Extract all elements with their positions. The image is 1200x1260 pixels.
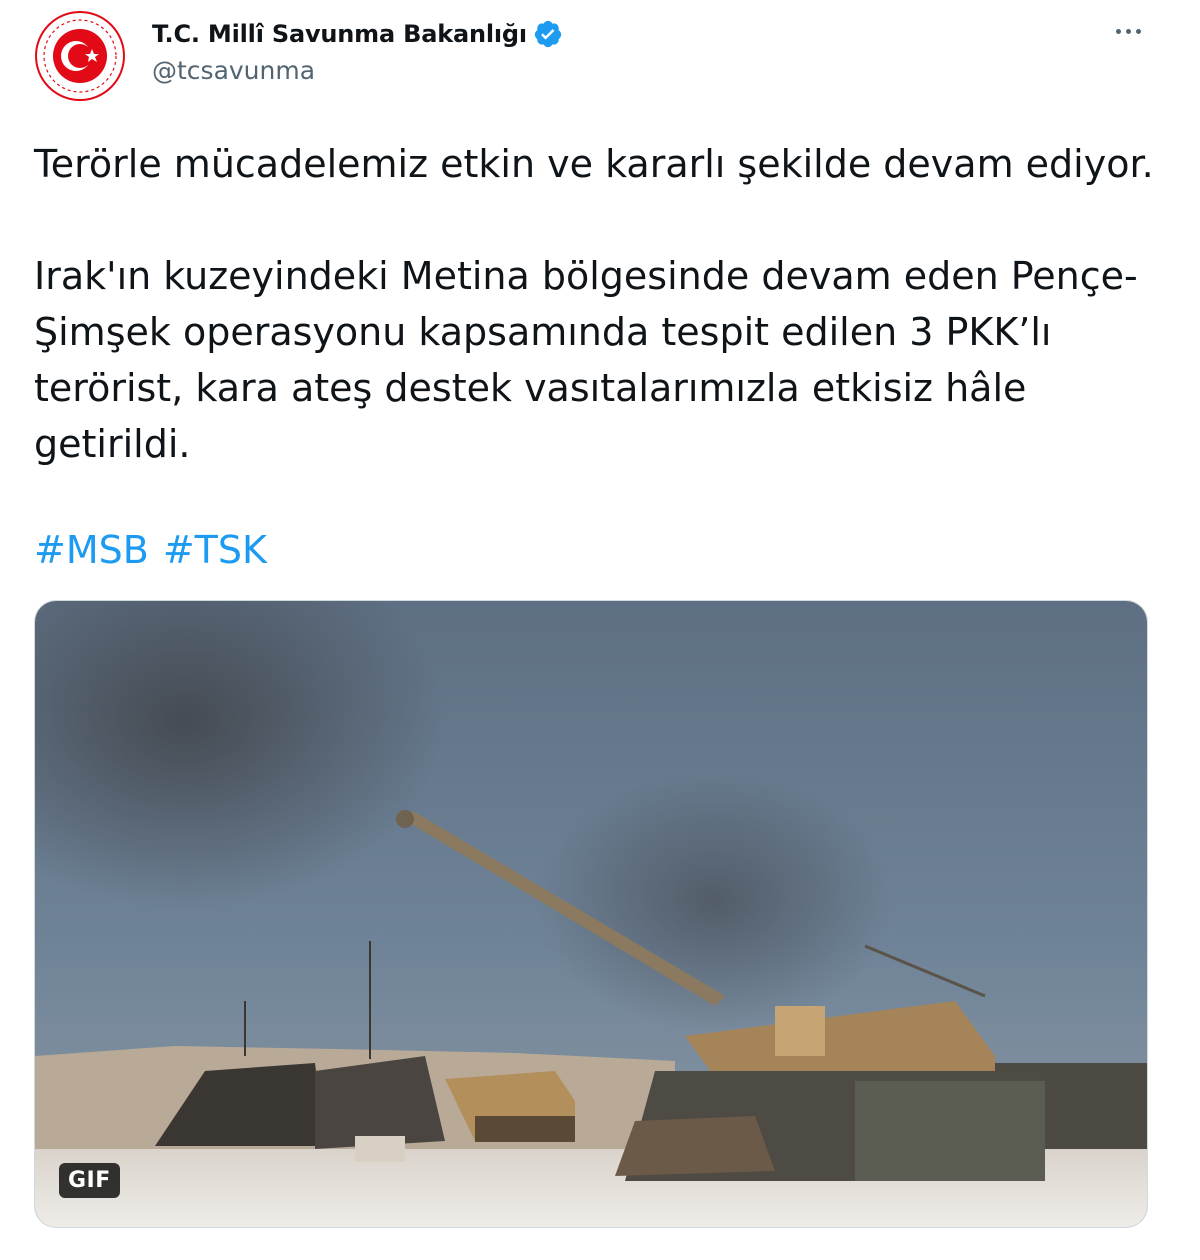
tweet-paragraph-1: Terörle mücadelemiz etkin ve kararlı şek… <box>34 142 1154 186</box>
handle[interactable]: @tcsavunma <box>152 56 315 85</box>
howitzer-image <box>35 601 1147 1227</box>
hashtag-link[interactable]: #TSK <box>163 528 267 572</box>
gif-badge: GIF <box>59 1163 120 1198</box>
more-horizontal-icon <box>1135 28 1141 34</box>
tweet-paragraph-2: Irak'ın kuzeyindeki Metina bölgesinde de… <box>34 254 1138 466</box>
emblem-icon <box>35 11 125 101</box>
more-horizontal-icon <box>1125 28 1131 34</box>
verified-badge-icon <box>534 20 562 48</box>
name-row: T.C. Millî Savunma Bakanlığı <box>152 14 563 54</box>
media-gif[interactable]: GIF <box>34 600 1148 1228</box>
avatar[interactable] <box>34 10 126 102</box>
tweet[interactable]: T.C. Millî Savunma Bakanlığı @tcsavunma … <box>0 0 1200 1260</box>
hashtag-link[interactable]: #MSB <box>34 528 149 572</box>
display-name[interactable]: T.C. Millî Savunma Bakanlığı <box>152 20 527 48</box>
hashtags: #MSB #TSK <box>34 522 281 578</box>
more-horizontal-icon <box>1115 28 1121 34</box>
tweet-text: Terörle mücadelemiz etkin ve kararlı şek… <box>34 136 1154 472</box>
more-button[interactable] <box>1108 16 1148 46</box>
